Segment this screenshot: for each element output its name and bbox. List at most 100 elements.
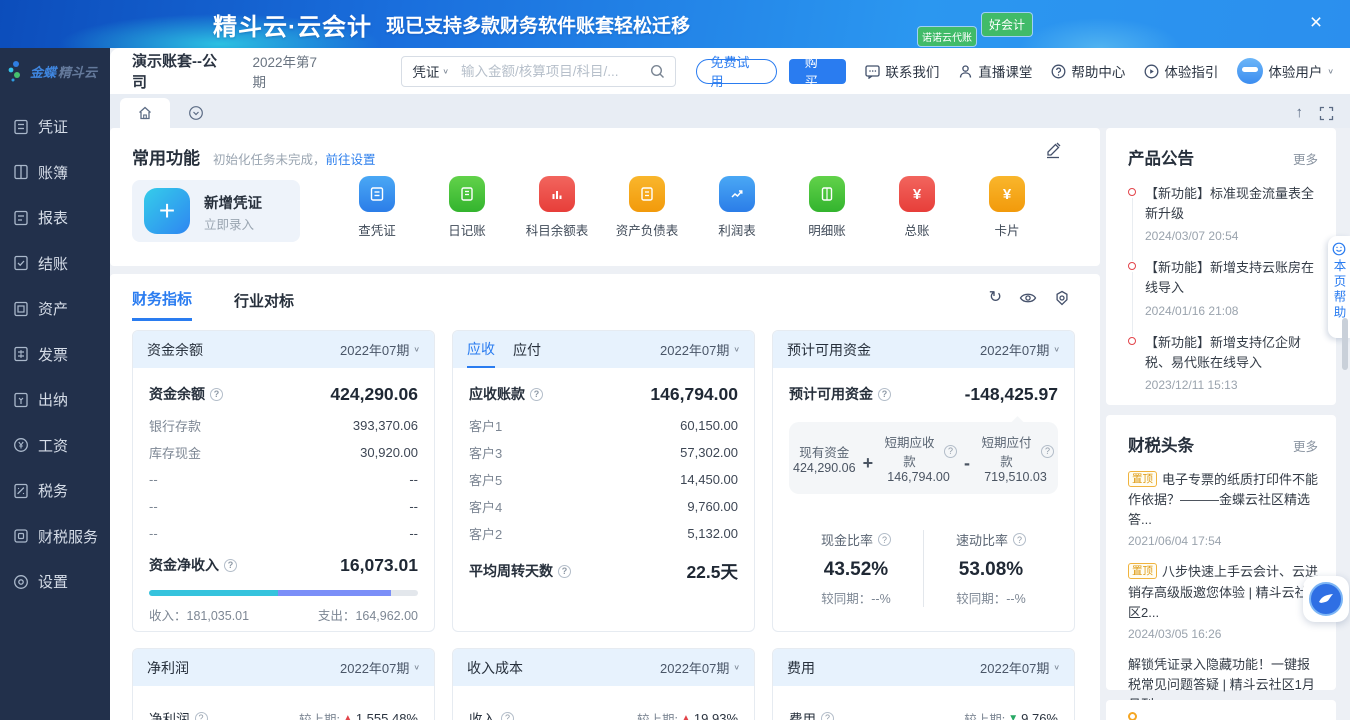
- app-view-voucher[interactable]: 查凭证: [332, 176, 422, 239]
- main-metric: 应收账款? 146,794.00: [469, 376, 738, 412]
- announcement-item[interactable]: 【新功能】新增支持云账房在线导入 2024/01/16 21:08: [1128, 258, 1318, 332]
- current-period[interactable]: 2022年第7期: [253, 51, 330, 91]
- app-card[interactable]: ¥ 卡片: [962, 176, 1052, 239]
- yen-circle-icon: [13, 437, 29, 453]
- fullscreen-icon[interactable]: [1319, 106, 1334, 121]
- asset-icon: [13, 301, 29, 317]
- period-selector[interactable]: 2022年07期∨: [660, 658, 740, 677]
- promo-banner: 精斗云·云会计 现已支持多款财务软件账套轻松迁移 诺诺云代账 好会计 ×: [0, 0, 1350, 48]
- tab-financial-indicators[interactable]: 财务指标: [132, 288, 192, 321]
- detail-row: ----: [149, 493, 418, 520]
- question-icon[interactable]: ?: [944, 445, 957, 458]
- app-balance-sheet[interactable]: 资产负债表: [602, 176, 692, 239]
- period-selector[interactable]: 2022年07期∨: [340, 658, 420, 677]
- new-voucher-card[interactable]: + 新增凭证 立即录入: [132, 180, 300, 242]
- question-icon[interactable]: ?: [501, 712, 514, 720]
- refresh-icon[interactable]: ↻: [989, 290, 1002, 306]
- period-selector[interactable]: 2022年07期∨: [980, 658, 1060, 677]
- more-link[interactable]: 更多: [1293, 436, 1318, 455]
- sidebar-item-closing[interactable]: 结账: [0, 241, 110, 287]
- floating-assistant-button[interactable]: [1303, 576, 1349, 622]
- top-header: 演示账套--公司 2022年第7期 凭证 ∨ 免费试用 购买 联系我们 直播课堂…: [110, 48, 1350, 94]
- customer-row: 客户160,150.00: [469, 412, 738, 439]
- close-icon[interactable]: ×: [1302, 9, 1330, 37]
- account-name[interactable]: 演示账套--公司: [132, 50, 231, 92]
- app-detail-ledger[interactable]: 明细账: [782, 176, 872, 239]
- banner-text: 精斗云·云会计 现已支持多款财务软件账套轻松迁移: [213, 0, 690, 48]
- question-icon[interactable]: ?: [821, 712, 834, 720]
- sidebar-item-assets[interactable]: 资产: [0, 286, 110, 332]
- tab-payable[interactable]: 应付: [513, 331, 541, 368]
- contact-us-button[interactable]: 联系我们: [865, 61, 939, 81]
- sidebar-item-tax[interactable]: 税务: [0, 468, 110, 514]
- trend-up-icon: ▲: [681, 713, 691, 720]
- sidebar-menu: 凭证 账簿 报表 结账 资产 发票 出纳 工资: [0, 94, 110, 605]
- tab-list-dropdown[interactable]: [188, 105, 204, 121]
- guide-button[interactable]: 体验指引: [1144, 61, 1218, 81]
- quick-ratio: 速动比率? 53.08% 较同期：--%: [923, 530, 1058, 607]
- live-class-button[interactable]: 直播课堂: [958, 61, 1032, 81]
- question-icon[interactable]: ?: [878, 533, 891, 546]
- user-menu[interactable]: 体验用户 ∨: [1237, 58, 1334, 84]
- customer-row: 客户357,302.00: [469, 439, 738, 466]
- sidebar-item-label: 发票: [38, 344, 68, 365]
- search-category-dropdown[interactable]: 凭证 ∨: [412, 61, 449, 81]
- bullet-icon: [1128, 712, 1137, 720]
- chat-icon: [865, 64, 880, 79]
- sidebar-item-services[interactable]: 财税服务: [0, 514, 110, 560]
- sidebar-item-invoices[interactable]: 发票: [0, 332, 110, 378]
- question-icon[interactable]: ?: [878, 388, 891, 401]
- period-selector[interactable]: 2022年07期∨: [980, 340, 1060, 359]
- question-icon[interactable]: ?: [195, 712, 208, 720]
- sidebar-item-reports[interactable]: 报表: [0, 195, 110, 241]
- period-selector[interactable]: 2022年07期∨: [660, 340, 740, 359]
- question-icon[interactable]: ?: [558, 565, 571, 578]
- period-selector[interactable]: 2022年07期∨: [340, 340, 420, 359]
- sidebar-item-label: 税务: [38, 480, 68, 501]
- help-bulb-icon: [1332, 242, 1346, 256]
- question-icon[interactable]: ?: [1013, 533, 1026, 546]
- app-general-ledger[interactable]: ¥ 总账: [872, 176, 962, 239]
- buy-button[interactable]: 购买: [789, 59, 847, 84]
- sidebar-item-settings[interactable]: 设置: [0, 559, 110, 605]
- app-balance-sheet-accounts[interactable]: 科目余额表: [512, 176, 602, 239]
- announcement-item[interactable]: 【新功能】新增支持亿企财税、易代账在线导入 2023/12/11 15:13: [1128, 333, 1318, 407]
- eye-icon[interactable]: [1019, 291, 1037, 305]
- news-item[interactable]: 置顶八步快速上手云会计、云进销存高级版邀您体验 | 精斗云社区2... 2024…: [1128, 562, 1318, 640]
- scrollbar-thumb[interactable]: [1342, 318, 1348, 370]
- card-body: 预计可用资金? -148,425.97 现有资金424,290.06 + 短期应…: [773, 368, 1074, 607]
- tab-receivable[interactable]: 应收: [467, 331, 495, 368]
- goto-settings-link[interactable]: 前往设置: [326, 153, 376, 167]
- scroll-top-icon[interactable]: ↑: [1296, 105, 1304, 121]
- question-icon[interactable]: ?: [210, 388, 223, 401]
- sidebar-item-cashier[interactable]: 出纳: [0, 377, 110, 423]
- sidebar-item-voucher[interactable]: 凭证: [0, 104, 110, 150]
- search-input[interactable]: [461, 64, 650, 79]
- income-expense-bar: [149, 590, 418, 596]
- tab-industry-benchmark[interactable]: 行业对标: [234, 290, 294, 320]
- ratio-compare: 较同期：--%: [789, 588, 923, 607]
- edit-pencil-icon[interactable]: [1044, 141, 1062, 159]
- app-income-statement[interactable]: 利润表: [692, 176, 782, 239]
- customer-row: 客户25,132.00: [469, 520, 738, 547]
- sidebar-item-books[interactable]: 账簿: [0, 150, 110, 196]
- question-icon[interactable]: ?: [224, 559, 237, 572]
- trend-app-icon: [719, 176, 755, 212]
- search-icon[interactable]: [650, 64, 665, 79]
- sidebar-item-payroll[interactable]: 工资: [0, 423, 110, 469]
- free-trial-button[interactable]: 免费试用: [696, 59, 777, 84]
- ratio-compare: 较同期：--%: [924, 588, 1058, 607]
- settings-gear-icon[interactable]: [1054, 290, 1070, 306]
- more-link[interactable]: 更多: [1293, 149, 1318, 168]
- help-center-button[interactable]: 帮助中心: [1051, 61, 1125, 81]
- expense-bar-segment: [278, 590, 391, 596]
- question-icon[interactable]: ?: [530, 388, 543, 401]
- news-item[interactable]: 置顶电子专票的纸质打印件不能作依据？———金蝶云社区精选答... 2021/06…: [1128, 470, 1318, 548]
- question-icon[interactable]: ?: [1041, 445, 1054, 458]
- income-expense-row: 收入：181,035.01 支出：164,962.00: [149, 605, 418, 624]
- ratio-value: 53.08%: [924, 559, 1058, 581]
- tab-home[interactable]: [120, 98, 170, 128]
- announcement-item[interactable]: 【新功能】标准现金流量表全新升级 2024/03/07 20:54: [1128, 184, 1318, 258]
- app-journal[interactable]: 日记账: [422, 176, 512, 239]
- plus-icon[interactable]: +: [144, 188, 190, 234]
